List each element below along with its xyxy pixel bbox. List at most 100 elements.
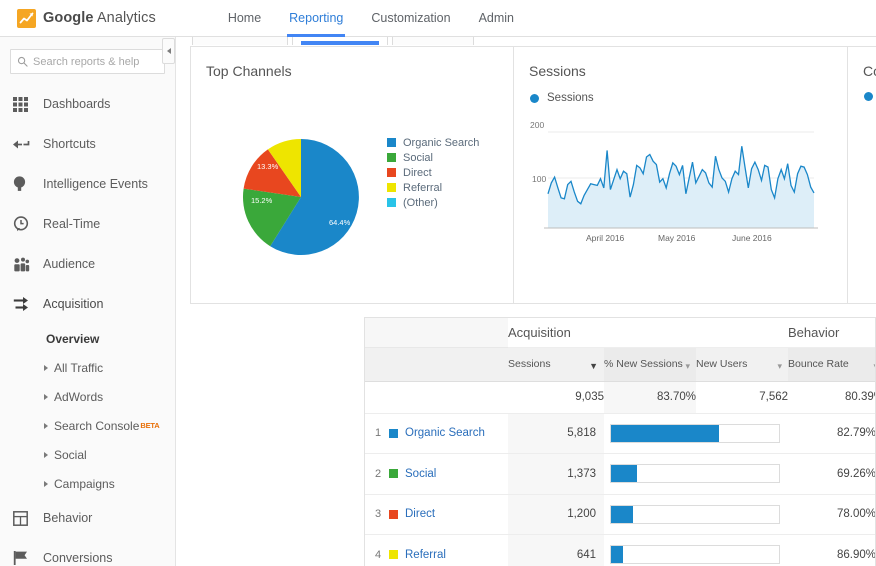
ga-spark-icon — [19, 12, 34, 23]
acquisition-submenu: Overview All Traffic AdWords Search Cons… — [0, 324, 175, 498]
legend-dot-sessions — [530, 93, 539, 103]
conversions-legend — [848, 79, 876, 101]
chevron-right-icon — [44, 364, 48, 371]
pie-legend: Organic Search Social Direct Referral (O… — [387, 135, 479, 210]
legend-item-referral[interactable]: Referral — [387, 180, 479, 195]
cell-new-users-bar — [604, 413, 789, 454]
legend-swatch-other — [387, 198, 396, 207]
bar-fill — [611, 546, 623, 564]
layout-icon — [13, 510, 35, 526]
submenu-item-social[interactable]: Social — [0, 440, 175, 469]
legend-item-social[interactable]: Social — [387, 150, 479, 165]
summary-pct-new-sessions: 83.70% — [604, 381, 696, 414]
legend-item-other[interactable]: (Other) — [387, 195, 479, 210]
bar-track — [610, 545, 781, 565]
search-input[interactable] — [33, 55, 158, 68]
submenu-item-overview[interactable]: Overview — [0, 324, 175, 353]
submenu-item-adwords[interactable]: AdWords — [0, 382, 175, 411]
sidebar-item-intelligence-events[interactable]: Intelligence Events — [0, 164, 175, 204]
topnav-customization[interactable]: Customization — [357, 0, 464, 37]
sidebar-label-intelligence-events: Intelligence Events — [43, 177, 148, 191]
row-channel-link[interactable]: Social — [405, 468, 436, 480]
sidebar-item-conversions[interactable]: Conversions — [0, 538, 175, 566]
legend-dot-conversions — [864, 92, 873, 101]
sort-icon: ▾ — [685, 361, 690, 371]
row-channel-link[interactable]: Direct — [405, 508, 435, 520]
legend-label-organic-search: Organic Search — [403, 136, 480, 149]
table-column-header-row: Sessions ▼ % New Sessions ▾ New Users ▾ … — [365, 347, 875, 382]
cell-bounce-rate: 82.79% — [788, 413, 875, 454]
card-sessions: Sessions Sessions 200 100 April 2016 May — [514, 46, 848, 304]
flag-icon — [13, 550, 35, 566]
sidebar-nav-list: Dashboards Shortcuts Intelligence Events… — [0, 84, 175, 566]
submenu-item-campaigns[interactable]: Campaigns — [0, 469, 175, 498]
bar-fill — [611, 465, 637, 483]
row-swatch — [389, 509, 398, 519]
sidebar-collapse-handle[interactable] — [162, 38, 175, 64]
acquisition-behavior-table: Acquisition Behavior Sessions ▼ % New Se… — [365, 318, 875, 566]
cell-sessions: 5,818 — [508, 413, 604, 454]
topnav-home[interactable]: Home — [214, 0, 275, 37]
brand-logo[interactable]: Google Analytics — [17, 8, 156, 28]
sort-desc-icon: ▼ — [589, 361, 598, 371]
cell-new-users-bar — [604, 534, 789, 566]
collapse-left-icon — [166, 48, 171, 54]
pie-label-organic-search: 64.4% — [329, 218, 351, 227]
col-header-sessions[interactable]: Sessions ▼ — [508, 347, 604, 382]
legend-swatch-social — [387, 153, 396, 162]
overview-cards: Top Channels 64.4% 15.2% 13.3% Organic S… — [190, 46, 876, 304]
sessions-ytick-200: 200 — [530, 120, 544, 130]
summary-bounce-rate: 80.39% — [788, 381, 875, 414]
cell-bounce-rate: 78.00% — [788, 494, 875, 535]
submenu-item-all-traffic[interactable]: All Traffic — [0, 353, 175, 382]
legend-item-organic-search[interactable]: Organic Search — [387, 135, 479, 150]
row-channel-link[interactable]: Referral — [405, 549, 446, 561]
col-header-pct-new-sessions[interactable]: % New Sessions ▾ — [604, 347, 696, 382]
channels-table: Acquisition Behavior Sessions ▼ % New Se… — [364, 317, 876, 566]
bar-track — [610, 464, 781, 484]
table-row: 1 Organic Search 5,818 82.79% — [365, 413, 875, 454]
top-bar: Google Analytics Home Reporting Customiz… — [0, 0, 876, 37]
arrow-left-dashed-icon — [13, 138, 35, 151]
sidebar-item-real-time[interactable]: Real-Time — [0, 204, 175, 244]
table-row: 3 Direct 1,200 78.00% — [365, 494, 875, 535]
chevron-right-icon — [44, 480, 48, 487]
group-header-acquisition: Acquisition — [508, 318, 789, 348]
sidebar-item-acquisition[interactable]: Acquisition — [0, 284, 175, 324]
sidebar-label-conversions: Conversions — [43, 551, 113, 565]
tab-active[interactable] — [292, 37, 388, 45]
sidebar-item-audience[interactable]: Audience — [0, 244, 175, 284]
beta-badge: BETA — [140, 421, 160, 430]
search-icon — [17, 56, 28, 67]
summary-sessions: 9,035 — [508, 381, 604, 414]
legend-label-sessions: Sessions — [547, 92, 594, 104]
submenu-item-search-console[interactable]: Search Console BETA — [0, 411, 175, 440]
sidebar-label-dashboards: Dashboards — [43, 97, 111, 111]
topnav-admin[interactable]: Admin — [465, 0, 528, 37]
chevron-right-icon — [44, 451, 48, 458]
row-channel-link[interactable]: Organic Search — [405, 427, 485, 439]
grid-icon — [13, 96, 35, 112]
sessions-legend: Sessions — [514, 79, 847, 104]
sidebar-item-dashboards[interactable]: Dashboards — [0, 84, 175, 124]
card-title-sessions: Sessions — [529, 63, 586, 79]
search-box[interactable] — [10, 49, 165, 74]
topnav-reporting[interactable]: Reporting — [275, 0, 357, 37]
cell-sessions: 641 — [508, 534, 604, 566]
sidebar-label-real-time: Real-Time — [43, 217, 101, 231]
row-index: 3 — [375, 508, 382, 521]
tab-inactive-right[interactable] — [392, 37, 474, 45]
legend-label-other: (Other) — [403, 196, 438, 209]
col-header-new-users[interactable]: New Users ▾ — [696, 347, 789, 382]
legend-item-direct[interactable]: Direct — [387, 165, 479, 180]
table-group-header-row: Acquisition Behavior — [365, 318, 875, 348]
cell-dimension: 3 Direct — [365, 494, 508, 535]
table-row: 2 Social 1,373 69.26% — [365, 453, 875, 495]
legend-label-referral: Referral — [403, 181, 443, 194]
sidebar-item-shortcuts[interactable]: Shortcuts — [0, 124, 175, 164]
brand-text: Google Analytics — [43, 10, 156, 26]
col-header-bounce-rate[interactable]: Bounce Rate ▾ — [788, 347, 875, 382]
tab-inactive-left[interactable] — [192, 37, 288, 45]
sidebar-item-behavior[interactable]: Behavior — [0, 498, 175, 538]
card-top-channels: Top Channels 64.4% 15.2% 13.3% Organic S… — [190, 46, 514, 304]
